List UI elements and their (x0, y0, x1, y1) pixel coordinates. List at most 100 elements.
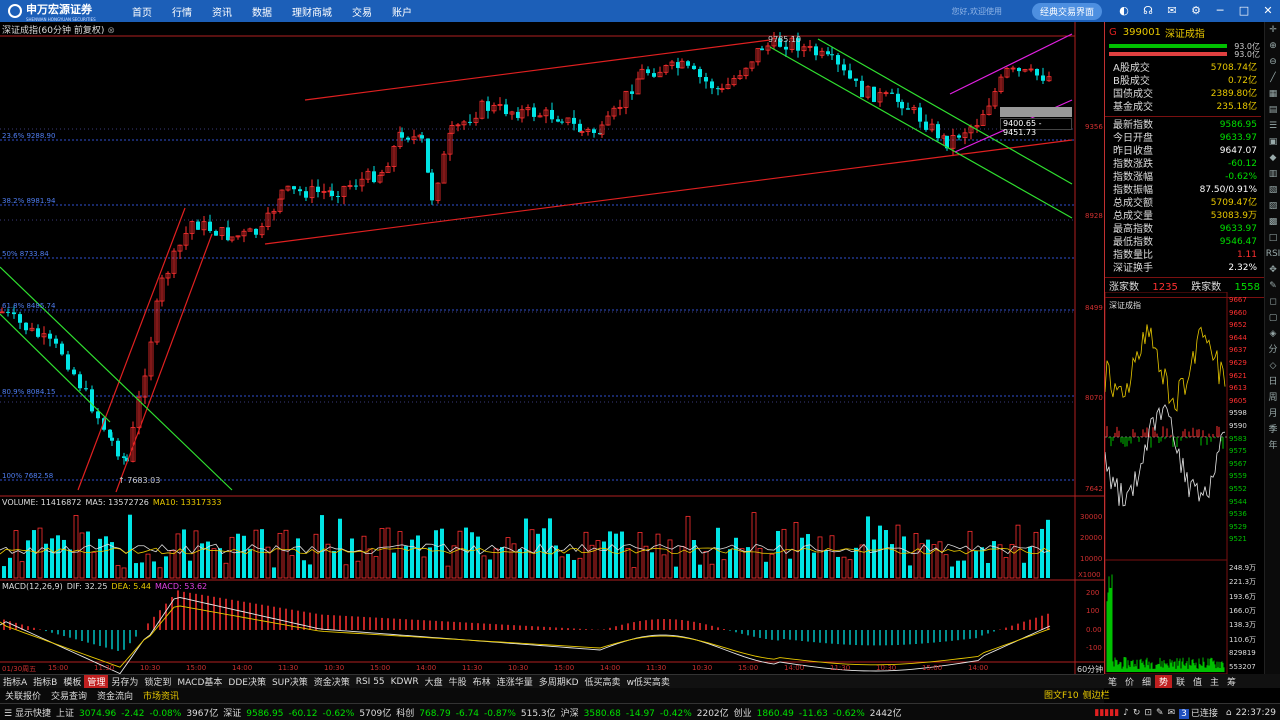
sidebar-toggle[interactable]: 侧边栏 (1083, 688, 1110, 701)
quote-info-row: 指数量比 1.11 (1105, 249, 1261, 262)
volume-bar (524, 518, 528, 578)
indicator-tab[interactable]: 多周期KD (536, 675, 582, 688)
panel-tab[interactable]: 主 (1206, 675, 1223, 688)
indicator-tab[interactable]: 管理 (84, 675, 109, 688)
chat-icon[interactable]: ✉ (1168, 708, 1176, 718)
tool-rsi-icon[interactable]: RSI (1265, 246, 1280, 262)
tool-draw-icon[interactable]: ✎ (1265, 278, 1280, 294)
indicator-tab[interactable]: 大盘 (422, 675, 446, 688)
minimize-icon[interactable]: ─ (1211, 4, 1229, 18)
tool-doc-icon[interactable]: ▨ (1265, 198, 1280, 214)
tool-zoom-out-icon[interactable]: ⊖ (1265, 54, 1280, 70)
volume-bar (410, 539, 414, 578)
kline-chart-canvas[interactable] (0, 22, 1104, 674)
indicator-tab[interactable]: 资金决策 (311, 675, 353, 688)
speaker-icon[interactable]: ♪ (1123, 708, 1129, 718)
f10-link[interactable]: 图文F10 (1044, 688, 1079, 701)
indicator-tab[interactable]: 指标B (30, 675, 60, 688)
tool-zoom-in-icon[interactable]: ⊕ (1265, 38, 1280, 54)
indicator-tab[interactable]: 布林 (470, 675, 494, 688)
function-tab[interactable]: 资金流向 (92, 689, 138, 702)
indicator-tab[interactable]: w低买高卖 (624, 675, 673, 688)
kline-chart-area[interactable]: 深证成指(60分钟 前复权) ⊗ 23.6% 9288.90 38.2% 8981… (0, 22, 1104, 674)
tool-square-icon[interactable]: ◻ (1265, 294, 1280, 310)
logo-text: 申万宏源证券 (26, 2, 92, 16)
indicator-tab[interactable]: 另存为 (108, 675, 141, 688)
volume-bar (878, 525, 882, 578)
indicator-tab[interactable]: 指标A (0, 675, 30, 688)
function-tab[interactable]: 市场资讯 (138, 689, 184, 702)
indicator-tab[interactable]: 牛股 (446, 675, 470, 688)
note-icon[interactable]: ✎ (1156, 708, 1164, 718)
indicator-tab[interactable]: 低买高卖 (582, 675, 624, 688)
menu-home[interactable]: 首页 (132, 4, 152, 19)
function-tab[interactable]: 关联报价 (0, 689, 46, 702)
panel-tab[interactable]: 势 (1155, 674, 1172, 688)
tool-frame-icon[interactable]: ▢ (1265, 310, 1280, 326)
indicator-tab[interactable]: RSI 55 (353, 677, 388, 687)
candle-body (66, 354, 70, 370)
panel-tab[interactable]: 筹 (1223, 675, 1240, 688)
tool-window-icon[interactable]: ▣ (1265, 134, 1280, 150)
time-axis-label: 15:00 (370, 664, 391, 672)
panel-tab[interactable]: 联 (1172, 675, 1189, 688)
refresh-icon[interactable]: ↻ (1133, 708, 1141, 718)
tool-week-icon[interactable]: 周 (1265, 390, 1280, 406)
tool-table-icon[interactable]: ▧ (1265, 182, 1280, 198)
menu-news[interactable]: 资讯 (212, 4, 232, 19)
tool-line-icon[interactable]: ╱ (1265, 70, 1280, 86)
tool-indicator-icon[interactable]: ▩ (1265, 214, 1280, 230)
tool-box-icon[interactable]: □ (1265, 230, 1280, 246)
menu-trade[interactable]: 交易 (352, 4, 372, 19)
settings-icon[interactable]: ⚙ (1187, 4, 1205, 18)
panel-tab[interactable]: 笔 (1104, 675, 1121, 688)
quote-info-row: B股成交 0.72亿 (1105, 75, 1261, 88)
classic-trade-button[interactable]: 经典交易界面 (1031, 2, 1102, 20)
tool-move-icon[interactable]: ✥ (1265, 262, 1280, 278)
indicator-tab[interactable]: KDWR (388, 677, 422, 687)
tool-pin-icon[interactable]: ◆ (1265, 150, 1280, 166)
tool-season-icon[interactable]: 季 (1265, 422, 1280, 438)
volume-bar (685, 515, 691, 579)
candle-body (24, 322, 28, 331)
tool-minute-icon[interactable]: 分 (1265, 342, 1280, 358)
tool-cube-icon[interactable]: ◈ (1265, 326, 1280, 342)
lock-icon[interactable]: ⊡ (1144, 708, 1152, 718)
tool-bars-icon[interactable]: ▥ (1265, 166, 1280, 182)
tool-diamond-icon[interactable]: ◇ (1265, 358, 1280, 374)
time-axis-label: 11:30 (830, 664, 851, 672)
user-hint-text: 您好,欢迎使用 (951, 6, 1002, 16)
show-shortcut-toggle[interactable]: ☰ 显示快捷 (4, 706, 51, 719)
pc-icon[interactable]: ⌂ (1226, 708, 1232, 718)
skin-icon[interactable]: ◐ (1115, 4, 1133, 18)
maximize-icon[interactable]: □ (1235, 4, 1253, 18)
function-tab[interactable]: 交易查询 (46, 689, 92, 702)
indicator-tab[interactable]: 锁定到 (141, 675, 174, 688)
indicator-tab[interactable]: 连涨华量 (494, 675, 536, 688)
chart-close-icon[interactable]: ⊗ (107, 26, 115, 36)
mail-icon[interactable]: ✉ (1163, 4, 1181, 18)
headset-icon[interactable]: ☊ (1139, 4, 1157, 18)
tool-grid-icon[interactable]: ▦ (1265, 86, 1280, 102)
tool-crosshair-icon[interactable]: ✛ (1265, 22, 1280, 38)
candle-body (860, 80, 864, 98)
menu-wealth-mall[interactable]: 理财商城 (292, 4, 332, 19)
tool-year-icon[interactable]: 年 (1265, 438, 1280, 454)
indicator-tab[interactable]: DDE决策 (225, 675, 269, 688)
menu-account[interactable]: 账户 (392, 4, 412, 19)
indicator-tab[interactable]: SUP决策 (269, 675, 311, 688)
panel-tab[interactable]: 价 (1121, 675, 1138, 688)
tool-day-icon[interactable]: 日 (1265, 374, 1280, 390)
menu-quotes[interactable]: 行情 (172, 4, 192, 19)
tool-month-icon[interactable]: 月 (1265, 406, 1280, 422)
volume-ma5: MA5: 13572726 (85, 498, 149, 507)
close-icon[interactable]: ✕ (1259, 4, 1277, 18)
indicator-tab[interactable]: MACD基本 (174, 675, 225, 688)
menu-data[interactable]: 数据 (252, 4, 272, 19)
indicator-tab[interactable]: 模板 (60, 675, 84, 688)
tool-list-icon[interactable]: ☰ (1265, 118, 1280, 134)
tool-chart-icon[interactable]: ▤ (1265, 102, 1280, 118)
panel-tab[interactable]: 细 (1138, 675, 1155, 688)
panel-tab[interactable]: 值 (1189, 675, 1206, 688)
stock-name: 深证成指 (1164, 28, 1205, 40)
